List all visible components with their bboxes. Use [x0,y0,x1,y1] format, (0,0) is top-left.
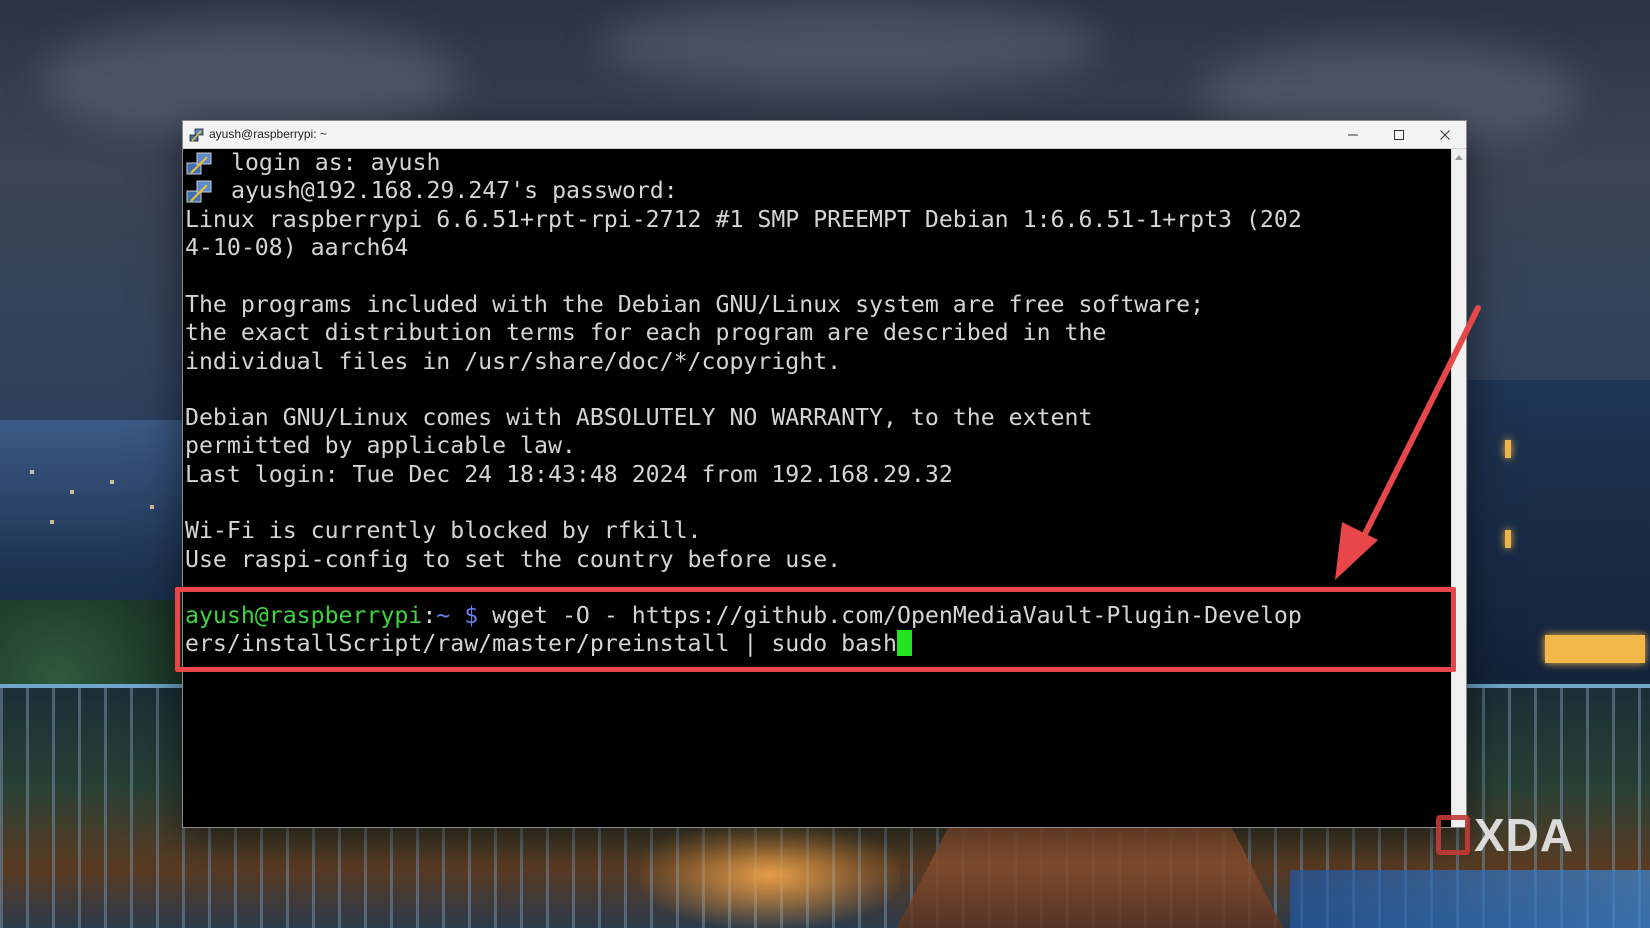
city-light [50,520,54,524]
terminal-area[interactable]: login as: ayush ayush@192.168.29.247's p… [183,149,1451,827]
annotation-arrow-icon [1335,305,1481,580]
building-window [1505,440,1511,458]
terminal-line: Use raspi-config to set the country befo… [185,546,842,573]
background-glow [640,820,900,928]
title-bar[interactable]: ayush@raspberrypi: ~ [183,121,1466,149]
putty-icon [186,152,212,175]
city-light [30,470,34,474]
close-button[interactable] [1422,121,1468,148]
highlight-box [175,587,1456,672]
putty-icon [189,128,204,142]
building-window [1505,530,1511,548]
terminal-line: Debian GNU/Linux comes with ABSOLUTELY N… [185,404,1093,431]
terminal-line: permitted by applicable law. [185,432,576,459]
terminal-line: 4-10-08) aarch64 [185,234,409,261]
xda-watermark: XDA [1436,808,1574,862]
minimize-icon [1348,134,1358,135]
city-light [70,490,74,494]
city-light [150,505,154,509]
background-city [0,420,185,570]
xda-logo-icon [1436,815,1470,855]
terminal-line: Wi-Fi is currently blocked by rfkill. [185,517,702,544]
background-blue-roof [1290,870,1650,928]
terminal-line: individual files in /usr/share/doc/*/cop… [185,348,842,375]
terminal-line: Last login: Tue Dec 24 18:43:48 2024 fro… [185,461,953,488]
terminal-line: Linux raspberrypi 6.6.51+rpt-rpi-2712 #1… [185,206,1302,233]
terminal-line: login as: ayush [231,149,441,176]
watermark-text: XDA [1474,809,1575,861]
background-cloud [600,0,1100,90]
terminal-line: ayush@192.168.29.247's password: [231,177,678,204]
putty-icon [186,180,212,203]
building-window [1545,635,1645,663]
maximize-icon [1394,129,1404,140]
terminal-line: The programs included with the Debian GN… [185,291,1205,318]
maximize-button[interactable] [1376,121,1422,148]
terminal-line: the exact distribution terms for each pr… [185,319,1107,346]
minimize-button[interactable] [1330,121,1376,148]
close-icon [1440,129,1450,140]
scroll-up-icon[interactable] [1455,155,1463,160]
window-title: ayush@raspberrypi: ~ [209,127,327,141]
city-light [110,480,114,484]
putty-window[interactable]: ayush@raspberrypi: ~ login as: ayush ayu… [182,120,1467,828]
